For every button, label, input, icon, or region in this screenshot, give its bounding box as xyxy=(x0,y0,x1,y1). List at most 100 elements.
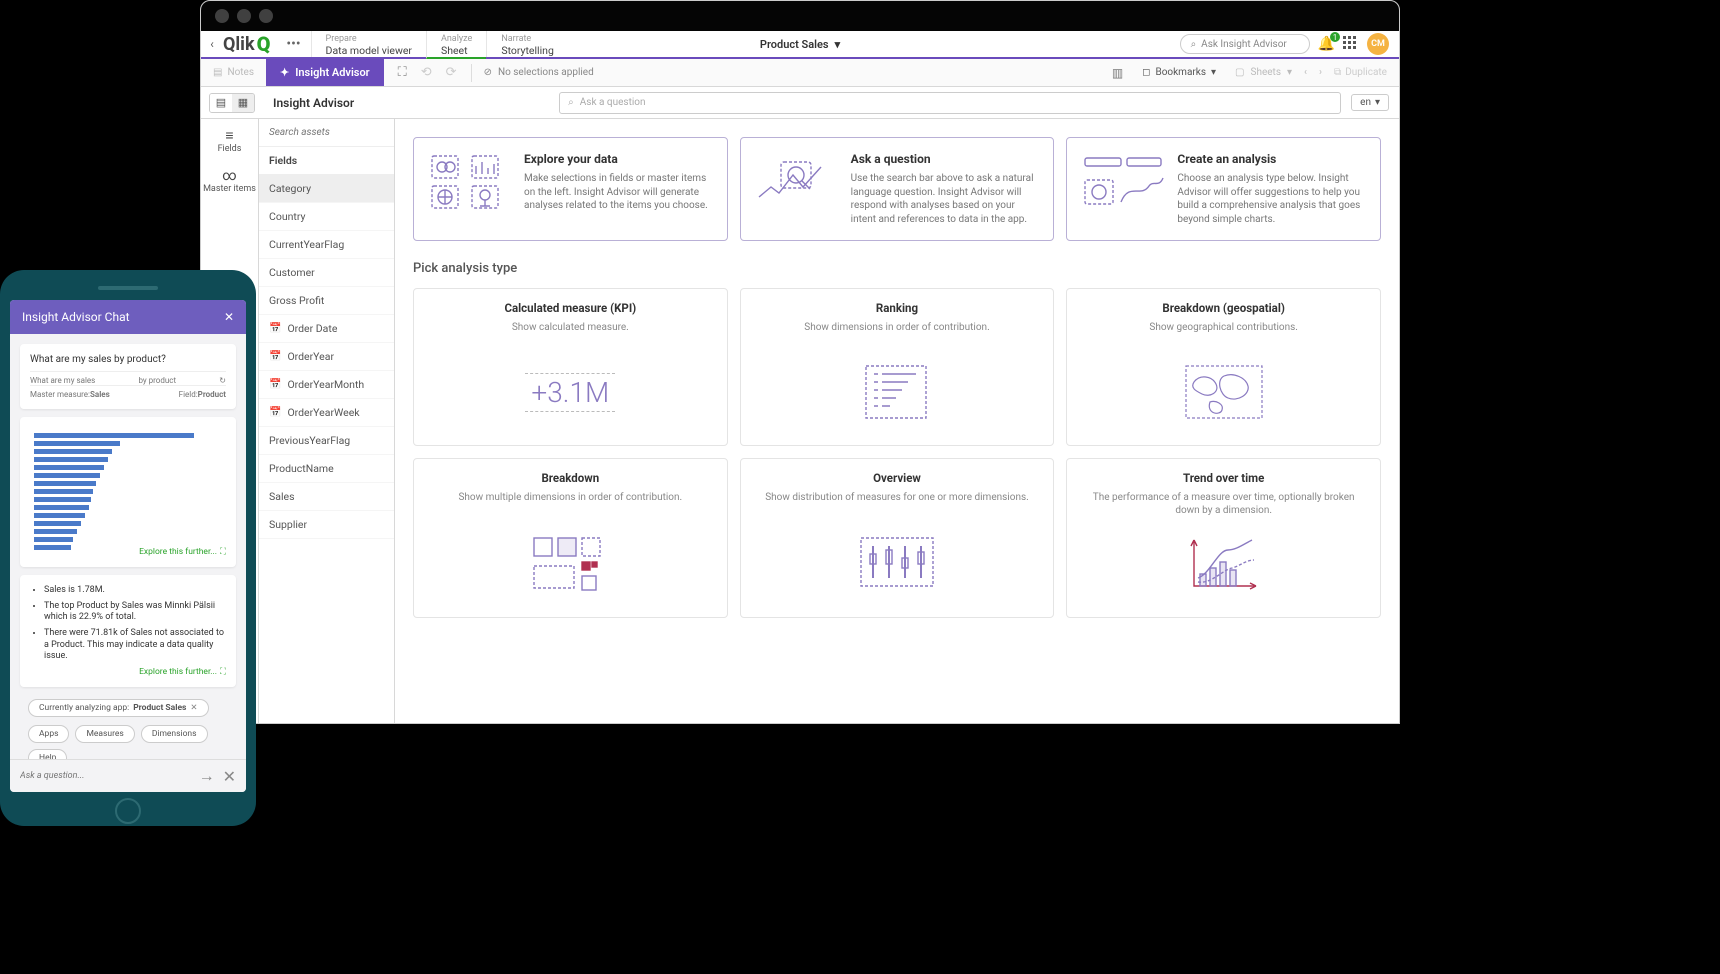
sales-by-product-bar-chart xyxy=(30,427,226,547)
ranking-illustration xyxy=(755,357,1040,427)
field-item[interactable]: Gross Profit xyxy=(259,287,394,315)
field-label: OrderYearMonth xyxy=(287,378,364,391)
insight-title: Insight Advisor xyxy=(273,96,354,110)
prev-sheet-button[interactable]: ‹ xyxy=(1304,67,1307,78)
close-icon[interactable]: ✕ xyxy=(190,703,197,713)
back-button[interactable]: ‹ xyxy=(201,31,223,57)
fields-tab[interactable]: ≡ Fields xyxy=(218,127,242,154)
analyzing-chip-row: Currently analyzing app: Product Sales ✕ xyxy=(20,695,236,721)
duplicate-button[interactable]: ⧉ Duplicate xyxy=(1334,67,1387,78)
step-back-icon[interactable]: ⟲ xyxy=(421,65,432,80)
phone-home-button[interactable] xyxy=(115,798,141,824)
master-items-tab[interactable]: ∞ Master items xyxy=(203,168,256,194)
nav-narrate[interactable]: Narrate Storytelling xyxy=(486,31,568,57)
chat-input-row: → ✕ xyxy=(10,759,246,792)
field-item[interactable]: 📅 OrderYearWeek xyxy=(259,399,394,427)
main-row: ≡ Fields ∞ Master items Fields CategoryC… xyxy=(201,119,1399,723)
smart-select-icon[interactable]: ⛶ xyxy=(398,65,407,80)
bar xyxy=(34,497,91,502)
bar xyxy=(34,489,93,494)
sheets-icon: ▢ xyxy=(1235,67,1244,78)
chat-body: What are my sales by product? What are m… xyxy=(10,334,246,759)
insight-advisor-button[interactable]: ✦ Insight Advisor xyxy=(266,59,384,86)
layout-icon[interactable]: ▥ xyxy=(1112,66,1123,80)
more-menu[interactable]: ••• xyxy=(276,31,310,57)
chip-measures[interactable]: Measures xyxy=(75,725,134,743)
pick-analysis-heading: Pick analysis type xyxy=(413,261,1381,276)
breakdown-illustration xyxy=(428,527,713,597)
field-label: ProductName xyxy=(269,462,334,475)
field-item[interactable]: ProductName xyxy=(259,455,394,483)
explore-illustration xyxy=(428,152,512,212)
analysis-tile-grid: Calculated measure (KPI) Show calculated… xyxy=(413,288,1381,618)
window-dot[interactable] xyxy=(237,9,251,23)
content-area: Explore your data Make selections in fie… xyxy=(395,119,1399,723)
tile-kpi[interactable]: Calculated measure (KPI) Show calculated… xyxy=(413,288,728,446)
sheets-dropdown[interactable]: ▢ Sheets ▾ xyxy=(1235,67,1292,78)
notifications-button[interactable]: 🔔 1 xyxy=(1318,36,1335,52)
calendar-icon: 📅 xyxy=(269,379,281,390)
field-label: Sales xyxy=(269,490,295,503)
card-title: Create an analysis xyxy=(1177,152,1366,166)
calendar-icon: 📅 xyxy=(269,323,281,334)
app-title-dropdown[interactable]: Product Sales ▾ xyxy=(760,31,840,57)
search-icon: ⌕ xyxy=(568,97,574,108)
field-item[interactable]: 📅Order Date xyxy=(259,315,394,343)
bar xyxy=(34,505,89,510)
global-search[interactable]: ⌕ Ask Insight Advisor xyxy=(1180,34,1310,54)
card-create[interactable]: Create an analysis Choose an analysis ty… xyxy=(1066,137,1381,241)
chip-apps[interactable]: Apps xyxy=(28,725,69,743)
card-explore[interactable]: Explore your data Make selections in fie… xyxy=(413,137,728,241)
field-item[interactable]: 📅 OrderYearMonth xyxy=(259,371,394,399)
fields-search-input[interactable] xyxy=(259,119,394,147)
tile-overview[interactable]: Overview Show distribution of measures f… xyxy=(740,458,1055,618)
chevron-down-icon: ▾ xyxy=(1287,67,1292,78)
calendar-icon: 📅 xyxy=(269,407,281,418)
panel-toggle[interactable]: ▤ ▦ xyxy=(209,93,255,113)
window-dot[interactable] xyxy=(259,9,273,23)
card-desc: Choose an analysis type below. Insight A… xyxy=(1177,172,1366,226)
field-item[interactable]: Customer xyxy=(259,259,394,287)
notes-button[interactable]: ▤ Notes xyxy=(201,67,266,78)
bar xyxy=(34,545,71,550)
nav-analyze[interactable]: Analyze Sheet xyxy=(426,31,486,59)
insight-item: Sales is 1.78M. xyxy=(44,585,226,597)
suggestion-chips: Apps Measures Dimensions Help xyxy=(20,721,236,759)
tile-trend[interactable]: Trend over time The performance of a mea… xyxy=(1066,458,1381,618)
tile-ranking[interactable]: Ranking Show dimensions in order of cont… xyxy=(740,288,1055,446)
field-item[interactable]: Supplier xyxy=(259,511,394,539)
next-sheet-button[interactable]: › xyxy=(1319,67,1322,78)
chip-dimensions[interactable]: Dimensions xyxy=(141,725,208,743)
field-label: OrderYearWeek xyxy=(287,406,359,419)
field-item[interactable]: 📅OrderYear xyxy=(259,343,394,371)
user-avatar[interactable]: CM xyxy=(1367,33,1389,55)
apps-grid-icon[interactable] xyxy=(1343,36,1359,52)
chip-help[interactable]: Help xyxy=(28,749,67,759)
expand-icon: ⛶ xyxy=(220,547,226,557)
field-item[interactable]: Sales xyxy=(259,483,394,511)
close-icon[interactable]: ✕ xyxy=(223,767,236,786)
field-item[interactable]: Category xyxy=(259,175,394,203)
ask-illustration xyxy=(755,152,839,212)
send-icon[interactable]: → xyxy=(199,766,215,786)
tile-geospatial[interactable]: Breakdown (geospatial) Show geographical… xyxy=(1066,288,1381,446)
card-ask[interactable]: Ask a question Use the search bar above … xyxy=(740,137,1055,241)
field-item[interactable]: PreviousYearFlag xyxy=(259,427,394,455)
analyzing-app-chip[interactable]: Currently analyzing app: Product Sales ✕ xyxy=(28,699,209,717)
nav-prepare[interactable]: Prepare Data model viewer xyxy=(311,31,426,57)
chat-header: Insight Advisor Chat ✕ xyxy=(10,300,246,334)
close-icon[interactable]: ✕ xyxy=(224,310,234,324)
map-illustration xyxy=(1081,357,1366,427)
field-item[interactable]: CurrentYearFlag xyxy=(259,231,394,259)
question-input[interactable]: ⌕ Ask a question xyxy=(559,92,1341,114)
window-dot[interactable] xyxy=(215,9,229,23)
field-item[interactable]: Country xyxy=(259,203,394,231)
tile-breakdown[interactable]: Breakdown Show multiple dimensions in or… xyxy=(413,458,728,618)
chat-chart-card: Explore this further...⛶ xyxy=(20,417,236,567)
bookmarks-dropdown[interactable]: ◻ Bookmarks ▾ xyxy=(1135,64,1223,81)
language-select[interactable]: en ▾ xyxy=(1351,94,1389,111)
explore-further-link[interactable]: Explore this further...⛶ xyxy=(30,667,226,677)
chat-input[interactable] xyxy=(20,771,191,781)
duplicate-icon: ⧉ xyxy=(1334,67,1341,78)
step-fwd-icon[interactable]: ⟳ xyxy=(446,65,457,80)
